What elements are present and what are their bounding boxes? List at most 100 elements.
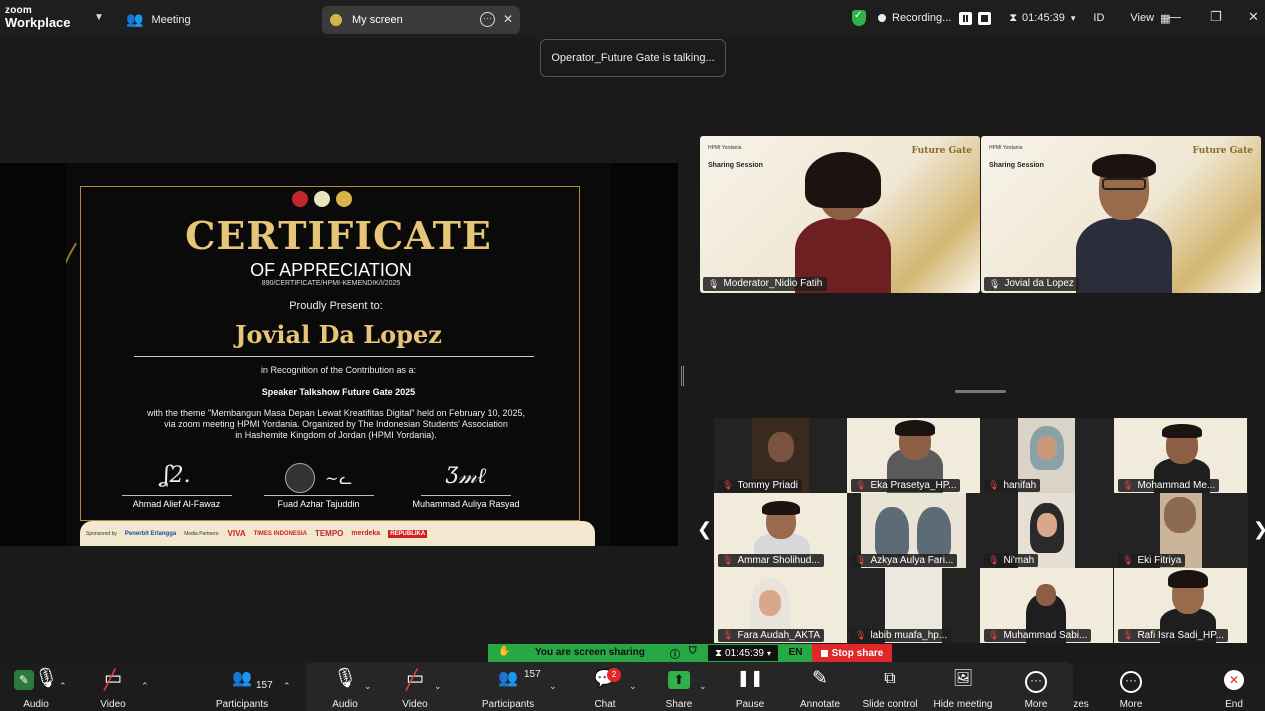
speaker-video-tile[interactable]: HPMI Yordania Sharing Session Future Gat… <box>981 136 1261 293</box>
hide-meeting-label: Hide meeting <box>933 699 993 710</box>
certificate-subtitle: OF APPRECIATION <box>250 260 412 280</box>
share-status-text: You are screen sharing <box>535 647 645 658</box>
video-button[interactable]: ▭ ╱ Video <box>90 666 136 711</box>
share-status[interactable]: ✋ You are screen sharing ⓘ ⛉ <box>488 644 707 662</box>
hourglass-icon: ⧗ <box>715 647 723 659</box>
mic-off-icon: 🎙 <box>989 279 1001 289</box>
share-timer-value: 01:45:39 <box>725 647 764 659</box>
video-label: Video <box>100 699 126 710</box>
screen-share-bar: ✋ You are screen sharing ⓘ ⛉ ⧗ 01:45:39 … <box>488 644 892 662</box>
my-screen-tab[interactable]: My screen ··· ✕ <box>322 6 520 34</box>
participant-tile[interactable]: 🎙 Muhammad Sabi... <box>980 568 1113 643</box>
participant-tile[interactable]: 🎙 hanifah <box>980 418 1113 493</box>
screen-source-icon <box>330 14 342 26</box>
stop-recording-button[interactable] <box>978 11 992 25</box>
end-meeting-button[interactable]: ✕ End <box>1218 666 1250 711</box>
pause-recording-button[interactable] <box>959 11 973 25</box>
certificate-body-line: in Hashemite Kingdom of Jordan (HPMI Yor… <box>235 430 437 440</box>
participant-name: Jovial da Lopez <box>1004 278 1074 289</box>
participant-tile[interactable]: 🎙 Tommy Priadi <box>714 418 847 493</box>
chevron-left-icon[interactable]: ❮ <box>697 519 712 540</box>
chevron-down-icon[interactable]: ⌄ <box>434 681 442 692</box>
more-button-share[interactable]: ··· More <box>1018 666 1054 711</box>
pause-share-button[interactable]: ❚❚ Pause <box>734 666 766 711</box>
more-icon: ··· <box>1018 666 1054 693</box>
chevron-down-icon[interactable]: ⌄ <box>364 681 372 692</box>
hide-meeting-button[interactable]: 🖼 Hide meeting <box>930 666 996 711</box>
logo-icon <box>292 191 308 207</box>
audio-button[interactable]: ✎ 🎙 Audio <box>10 666 62 711</box>
close-icon[interactable]: ✕ <box>503 12 513 26</box>
people-icon: 👥 <box>126 11 144 27</box>
view-button[interactable]: View ▦ <box>1130 12 1170 25</box>
chevron-down-icon[interactable]: ⌄ <box>699 681 707 692</box>
participant-tile[interactable]: 🎙 Rafi Isra Sadi_HP... <box>1114 568 1247 643</box>
chevron-down-icon[interactable]: ▼ <box>94 12 104 23</box>
minimize-icon[interactable]: — <box>1168 9 1181 24</box>
share-drag-icon[interactable]: ✋ <box>498 646 510 657</box>
chevron-up-icon[interactable]: ⌃ <box>59 681 67 692</box>
panel-drag-handle[interactable] <box>955 390 1006 393</box>
certificate-present-text: Proudly Present to: <box>289 300 383 312</box>
reactions-button[interactable]: zes <box>1070 666 1092 711</box>
sponsor-text: Media Partners: <box>184 530 220 537</box>
signature-ink: Ʒ𝓂ℓ <box>445 464 487 489</box>
restore-icon[interactable]: ❐ <box>1210 9 1222 25</box>
logo-icon <box>336 191 352 207</box>
chevron-down-icon[interactable]: ⌄ <box>629 681 637 692</box>
meeting-menu-button[interactable]: 👥 Meeting <box>126 11 191 28</box>
share-button[interactable]: ⬆ Share <box>664 666 694 711</box>
participant-tile[interactable]: 🎙 Eka Prasetya_HP... <box>847 418 980 493</box>
audio-button-share[interactable]: 🎙 Audio <box>330 666 360 711</box>
participant-tile[interactable]: 🎙 Mohammad Me... <box>1114 418 1247 493</box>
more-button[interactable]: ··· More <box>1114 666 1148 711</box>
shield-icon[interactable]: ⛉ <box>689 646 697 657</box>
reactions-label: zes <box>1073 699 1089 710</box>
signature-line <box>121 495 232 496</box>
banner-title: Sharing Session <box>989 162 1044 169</box>
participant-tile[interactable]: 🎙 Eki Fitriya <box>1114 493 1247 568</box>
audio-label: Audio <box>23 699 49 710</box>
logo-workplace-text: Workplace <box>5 15 71 30</box>
participant-tile[interactable]: 🎙 Fara Audah_AKTA <box>714 568 847 643</box>
close-window-icon[interactable]: ✕ <box>1248 9 1259 25</box>
meeting-timer[interactable]: 01:45:39 <box>1022 12 1065 24</box>
stop-share-button[interactable]: Stop share <box>812 644 892 662</box>
more-options-icon[interactable]: ··· <box>480 12 495 27</box>
participant-tile[interactable]: 🎙 Ni'mah <box>980 493 1113 568</box>
mic-off-icon: 🎙 <box>1122 630 1134 640</box>
chevron-right-icon[interactable]: ❯ <box>1253 519 1265 540</box>
participant-tile[interactable]: 🎙 labib muafa_hp... <box>847 568 980 643</box>
language-indicator[interactable]: ID <box>1093 12 1104 24</box>
info-icon[interactable]: ⓘ <box>670 646 680 661</box>
speaker-video-tile[interactable]: HPMI Yordania Sharing Session Future Gat… <box>700 136 980 293</box>
zoom-logo[interactable]: zoom Workplace <box>5 6 71 30</box>
share-label: Share <box>665 699 693 710</box>
certificate-recipient: Jovial Da Lopez <box>235 320 442 349</box>
resize-handle[interactable] <box>681 366 684 386</box>
participant-name: Moderator_Nidio Fatih <box>723 278 823 289</box>
participant-name: Ammar Sholihud... <box>737 555 820 566</box>
mic-off-icon: 🎙 <box>708 279 720 289</box>
more-label: More <box>1119 699 1143 710</box>
share-timer[interactable]: ⧗ 01:45:39 ▾ <box>707 644 779 662</box>
signature-line <box>263 495 374 496</box>
participant-tile[interactable]: 🎙 Ammar Sholihud... <box>714 493 847 568</box>
org-label: HPMI Yordania <box>708 145 742 151</box>
sponsor-text: Penerbit Erlangga <box>124 530 177 537</box>
slide-control-button[interactable]: ⧉ Slide control <box>858 666 922 711</box>
end-icon: ✕ <box>1218 666 1250 692</box>
chevron-up-icon[interactable]: ⌃ <box>283 681 291 692</box>
annotate-button[interactable]: ✎ Annotate <box>795 666 845 711</box>
signature-line <box>421 495 511 496</box>
security-shield-icon[interactable] <box>852 10 866 26</box>
participant-tile[interactable]: 🎙 Azkya Aulya Fari... <box>847 493 980 568</box>
chevron-down-icon[interactable]: ⌄ <box>549 681 557 692</box>
certificate-logos <box>292 191 352 207</box>
language-button[interactable]: EN <box>779 644 812 662</box>
participant-name: Tommy Priadi <box>737 480 799 491</box>
chevron-up-icon[interactable]: ⌃ <box>141 681 149 692</box>
video-button-share[interactable]: ▭ ╱ Video <box>398 666 432 711</box>
participant-name-tag: 🎙 Eka Prasetya_HP... <box>851 479 961 492</box>
chevron-down-icon[interactable]: ▾ <box>1071 13 1076 24</box>
